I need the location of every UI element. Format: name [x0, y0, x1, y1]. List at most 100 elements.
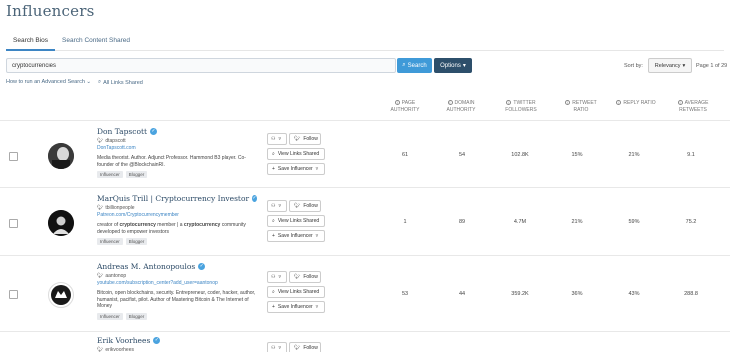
- influencer-info: Don Tapscott ✓ 🐦︎ dtapscott DonTapscott.co…: [97, 127, 257, 178]
- followers-value: 4.7M: [513, 219, 527, 225]
- row-checkbox[interactable]: [9, 152, 18, 161]
- verified-icon: ✓: [198, 263, 206, 270]
- save-influencer-button[interactable]: + Save Influencer ▿: [267, 163, 325, 175]
- twitter-icon: 🐦︎: [294, 345, 301, 351]
- sort-select[interactable]: Relevancy ▾: [648, 58, 692, 73]
- user-menu-button[interactable]: ⚇ ▿: [267, 200, 287, 212]
- influencer-name[interactable]: Andreas M. Antonopoulos: [97, 262, 195, 271]
- info-icon: i: [616, 100, 622, 105]
- row-checkbox[interactable]: [9, 219, 18, 228]
- retweet-ratio-value: 21%: [571, 219, 583, 225]
- twitter-handle[interactable]: aantonop: [105, 273, 126, 279]
- website-link[interactable]: Patreon.com/Cryptocurrencymember: [97, 212, 257, 218]
- chevron-down-icon: ▿: [278, 274, 281, 280]
- chevron-down-icon: ▿: [278, 203, 281, 209]
- influencer-name[interactable]: Don Tapscott: [97, 127, 147, 136]
- user-icon: ⚇: [271, 136, 276, 142]
- user-menu-button[interactable]: ⚇ ▿: [267, 271, 287, 283]
- chevron-down-icon: ▾: [462, 63, 466, 69]
- search-button-label: Search: [407, 62, 427, 69]
- bio-text: creator of cryptocurrency member | a cry…: [97, 222, 246, 235]
- followers-value: 359.2K: [511, 291, 529, 297]
- followers-value: 102.8K: [511, 152, 529, 158]
- website-link[interactable]: youtube.com/subscription_center?add_user…: [97, 280, 257, 286]
- follow-button[interactable]: 🐦︎ Follow: [289, 271, 321, 283]
- avatar: [48, 282, 74, 308]
- influencer-name[interactable]: MarQuis Trill | Cryptocurrency Investor: [97, 194, 249, 203]
- avatar: [48, 143, 74, 169]
- table-row: Erik Voorhees ✓ 🐦︎ erikvoorhees ⚇ ▿ 🐦︎ Follo…: [0, 332, 730, 352]
- tag-blogger: Blogger: [125, 238, 148, 245]
- column-header-reply-ratio[interactable]: i REPLY RATIO: [614, 100, 658, 107]
- all-links-shared-link[interactable]: ⌕ All Links Shared: [98, 79, 143, 86]
- row-checkbox[interactable]: [9, 290, 18, 299]
- search-button[interactable]: ⌕ Search: [397, 58, 432, 73]
- chevron-down-icon: ⌄: [86, 79, 92, 85]
- view-links-shared-button[interactable]: ⌕ View Links Shared: [267, 215, 325, 227]
- user-icon: ⚇: [271, 203, 276, 209]
- page-authority-value: 1: [403, 219, 407, 225]
- twitter-handle[interactable]: erikvoorhees: [105, 347, 134, 352]
- influencer-info: Erik Voorhees ✓ 🐦︎ erikvoorhees: [97, 336, 257, 352]
- sort-select-value: Relevancy: [654, 62, 681, 69]
- column-header-domain-authority[interactable]: i DOMAIN AUTHORITY: [440, 100, 482, 114]
- info-icon: i: [565, 100, 571, 105]
- chevron-down-icon: ▿: [315, 233, 319, 239]
- row-actions: ⚇ ▿ 🐦︎ Follow: [267, 342, 325, 352]
- search-icon: ⌕: [98, 79, 102, 85]
- column-header-retweet-ratio[interactable]: i RETWEET RATIO: [558, 100, 604, 114]
- row-actions: ⚇ ▿ 🐦︎ Follow ⌕ View Links Shared + Save Inf…: [267, 200, 325, 245]
- influencer-name[interactable]: Erik Voorhees: [97, 336, 150, 345]
- column-header-page-authority[interactable]: i PAGE AUTHORITY: [380, 100, 430, 114]
- follow-button[interactable]: 🐦︎ Follow: [289, 133, 321, 145]
- tag-influencer: Influencer: [97, 312, 123, 320]
- tab-search-content-shared[interactable]: Search Content Shared: [55, 34, 137, 51]
- search-input[interactable]: [6, 58, 396, 73]
- advanced-search-link[interactable]: How to run an Advanced Search ⌄: [6, 79, 91, 85]
- tag-blogger: Blogger: [125, 171, 148, 178]
- website-link[interactable]: DonTapscott.com: [97, 145, 257, 151]
- plus-icon: +: [272, 304, 275, 310]
- chevron-down-icon: ▿: [315, 304, 319, 310]
- options-button[interactable]: Options ▾: [434, 58, 472, 73]
- twitter-icon: 🐦︎: [97, 205, 104, 211]
- page-authority-value: 61: [401, 152, 409, 158]
- page-title: Influencers: [6, 2, 95, 20]
- column-header-twitter-followers[interactable]: i TWITTER FOLLOWERS: [500, 100, 542, 114]
- user-menu-button[interactable]: ⚇ ▿: [267, 133, 287, 145]
- tab-bar: Search Bios Search Content Shared: [6, 34, 724, 51]
- info-icon: i: [506, 100, 512, 105]
- column-header-average-retweets[interactable]: i AVERAGE RETWEETS: [670, 100, 716, 114]
- bio-text: Bitcoin, open blockchains, security. Ent…: [97, 290, 256, 309]
- view-links-shared-button[interactable]: ⌕ View Links Shared: [267, 148, 325, 160]
- bio-text: Media theorist. Author. Adjunct Professo…: [97, 155, 246, 168]
- tab-search-bios[interactable]: Search Bios: [6, 34, 56, 51]
- row-actions: ⚇ ▿ 🐦︎ Follow ⌕ View Links Shared + Save Inf…: [267, 133, 325, 178]
- options-button-label: Options: [440, 62, 461, 69]
- pagination-label: Page 1 of 29: [696, 63, 728, 69]
- save-influencer-button[interactable]: + Save Influencer ▿: [267, 230, 325, 242]
- verified-icon: ✓: [150, 128, 158, 135]
- table-row: Don Tapscott ✓ 🐦︎ dtapscott DonTapscott.co…: [0, 121, 730, 188]
- user-icon: ⚇: [271, 345, 276, 351]
- twitter-handle[interactable]: dtapscott: [105, 138, 125, 144]
- search-icon: ⌕: [272, 218, 275, 224]
- save-influencer-button[interactable]: + Save Influencer ▿: [267, 301, 325, 313]
- chevron-down-icon: ▿: [278, 345, 281, 351]
- influencer-info: Andreas M. Antonopoulos ✓ 🐦︎ aantonop yout…: [97, 262, 257, 320]
- table-row: Andreas M. Antonopoulos ✓ 🐦︎ aantonop yout…: [0, 256, 730, 332]
- reply-ratio-value: 43%: [628, 291, 640, 297]
- twitter-icon: 🐦︎: [294, 203, 301, 209]
- reply-ratio-value: 59%: [628, 219, 640, 225]
- view-links-shared-button[interactable]: ⌕ View Links Shared: [267, 286, 325, 298]
- follow-button[interactable]: 🐦︎ Follow: [289, 342, 321, 352]
- domain-authority-value: 89: [458, 219, 466, 225]
- user-menu-button[interactable]: ⚇ ▿: [267, 342, 287, 352]
- tag-influencer: Influencer: [97, 171, 123, 178]
- twitter-handle[interactable]: tbillionpeople: [105, 205, 134, 211]
- info-icon: i: [394, 100, 400, 105]
- follow-button[interactable]: 🐦︎ Follow: [289, 200, 321, 212]
- retweet-ratio-value: 36%: [571, 291, 583, 297]
- retweet-ratio-value: 15%: [571, 152, 583, 158]
- table-row: MarQuis Trill | Cryptocurrency Investor ✓…: [0, 188, 730, 256]
